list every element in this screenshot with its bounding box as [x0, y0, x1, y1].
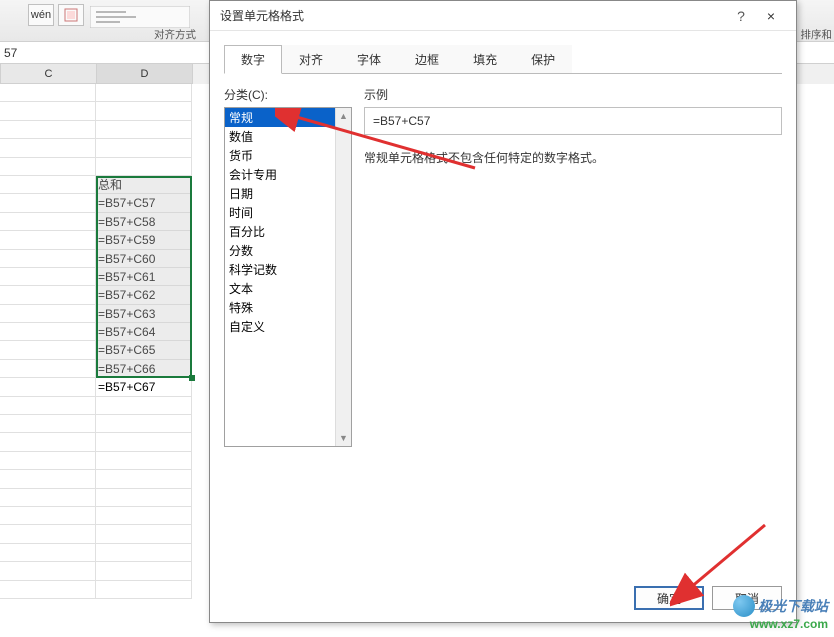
- sort-group-label: 排序和: [801, 27, 833, 42]
- tab-2[interactable]: 字体: [340, 45, 398, 74]
- cell[interactable]: [0, 341, 96, 359]
- col-header-D[interactable]: D: [97, 64, 193, 84]
- cell[interactable]: [96, 562, 192, 580]
- category-item[interactable]: 文本: [225, 279, 351, 298]
- cell[interactable]: [96, 158, 192, 176]
- dialog-close-button[interactable]: ×: [756, 8, 786, 24]
- category-item[interactable]: 会计专用: [225, 165, 351, 184]
- tab-0[interactable]: 数字: [224, 45, 282, 74]
- sample-label: 示例: [364, 86, 782, 103]
- cell[interactable]: [96, 397, 192, 415]
- category-item[interactable]: 特殊: [225, 298, 351, 317]
- cell[interactable]: [0, 562, 96, 580]
- ok-button[interactable]: 确定: [634, 586, 704, 610]
- watermark: 极光下载站 www.xz7.com: [733, 595, 828, 631]
- phonetic-guide-button[interactable]: wén: [28, 4, 54, 26]
- tab-1[interactable]: 对齐: [282, 45, 340, 74]
- selection-range: [96, 176, 192, 378]
- cell[interactable]: [0, 84, 96, 102]
- cell[interactable]: [96, 84, 192, 102]
- selection-handle[interactable]: [189, 375, 195, 381]
- cell[interactable]: [0, 158, 96, 176]
- cell[interactable]: [0, 415, 96, 433]
- cell[interactable]: [0, 268, 96, 286]
- format-description: 常规单元格格式不包含任何特定的数字格式。: [364, 149, 782, 166]
- scroll-up-icon[interactable]: ▲: [336, 108, 351, 124]
- category-item[interactable]: 日期: [225, 184, 351, 203]
- cell[interactable]: [0, 194, 96, 212]
- cell[interactable]: [0, 397, 96, 415]
- cell[interactable]: [96, 581, 192, 599]
- category-item[interactable]: 常规: [225, 108, 351, 127]
- cell[interactable]: [96, 489, 192, 507]
- cell[interactable]: [0, 231, 96, 249]
- cell[interactable]: [96, 544, 192, 562]
- category-scrollbar[interactable]: ▲ ▼: [335, 108, 351, 446]
- cell[interactable]: [96, 452, 192, 470]
- category-list[interactable]: 常规数值货币会计专用日期时间百分比分数科学记数文本特殊自定义 ▲ ▼: [224, 107, 352, 447]
- cell[interactable]: [0, 581, 96, 599]
- cell[interactable]: [0, 525, 96, 543]
- cell[interactable]: [0, 286, 96, 304]
- cell[interactable]: =B57+C67: [96, 378, 192, 396]
- category-item[interactable]: 数值: [225, 127, 351, 146]
- cell[interactable]: [0, 433, 96, 451]
- format-cells-dialog: 设置单元格格式 ? × 数字对齐字体边框填充保护 分类(C): 常规数值货币会计…: [209, 0, 797, 623]
- cell[interactable]: [96, 525, 192, 543]
- watermark-site-name: 极光下载站: [758, 596, 828, 616]
- dialog-tabs: 数字对齐字体边框填充保护: [210, 31, 796, 74]
- cell[interactable]: [0, 360, 96, 378]
- cell[interactable]: [96, 433, 192, 451]
- cell[interactable]: [0, 176, 96, 194]
- format-button[interactable]: [58, 4, 84, 26]
- watermark-logo-icon: [733, 595, 755, 617]
- cell[interactable]: [96, 415, 192, 433]
- cell[interactable]: [0, 305, 96, 323]
- cell[interactable]: [0, 452, 96, 470]
- category-item[interactable]: 百分比: [225, 222, 351, 241]
- cell[interactable]: [0, 378, 96, 396]
- category-item[interactable]: 分数: [225, 241, 351, 260]
- cell[interactable]: [0, 323, 96, 341]
- category-item[interactable]: 货币: [225, 146, 351, 165]
- cell[interactable]: [96, 102, 192, 120]
- align-combo[interactable]: [90, 6, 190, 28]
- category-item[interactable]: 自定义: [225, 317, 351, 336]
- cell[interactable]: [0, 544, 96, 562]
- dialog-help-button[interactable]: ?: [726, 8, 756, 24]
- tab-5[interactable]: 保护: [514, 45, 572, 74]
- category-label: 分类(C):: [224, 86, 352, 103]
- cell[interactable]: [96, 139, 192, 157]
- category-item[interactable]: 科学记数: [225, 260, 351, 279]
- cell[interactable]: [0, 139, 96, 157]
- ribbon-group-label: 对齐方式: [154, 27, 196, 42]
- scroll-down-icon[interactable]: ▼: [336, 430, 351, 446]
- cell[interactable]: [96, 507, 192, 525]
- col-header-C[interactable]: C: [1, 64, 97, 84]
- category-item[interactable]: 时间: [225, 203, 351, 222]
- dialog-title: 设置单元格格式: [220, 7, 726, 24]
- tab-4[interactable]: 填充: [456, 45, 514, 74]
- cell[interactable]: [0, 507, 96, 525]
- tab-3[interactable]: 边框: [398, 45, 456, 74]
- cell[interactable]: [0, 489, 96, 507]
- cell[interactable]: [96, 121, 192, 139]
- cell[interactable]: [0, 470, 96, 488]
- dialog-titlebar: 设置单元格格式 ? ×: [210, 1, 796, 31]
- cell[interactable]: [96, 470, 192, 488]
- watermark-url: www.xz7.com: [733, 617, 828, 631]
- cell[interactable]: [0, 213, 96, 231]
- cell[interactable]: [0, 102, 96, 120]
- cell[interactable]: [0, 250, 96, 268]
- cell[interactable]: [0, 121, 96, 139]
- sample-box: =B57+C57: [364, 107, 782, 135]
